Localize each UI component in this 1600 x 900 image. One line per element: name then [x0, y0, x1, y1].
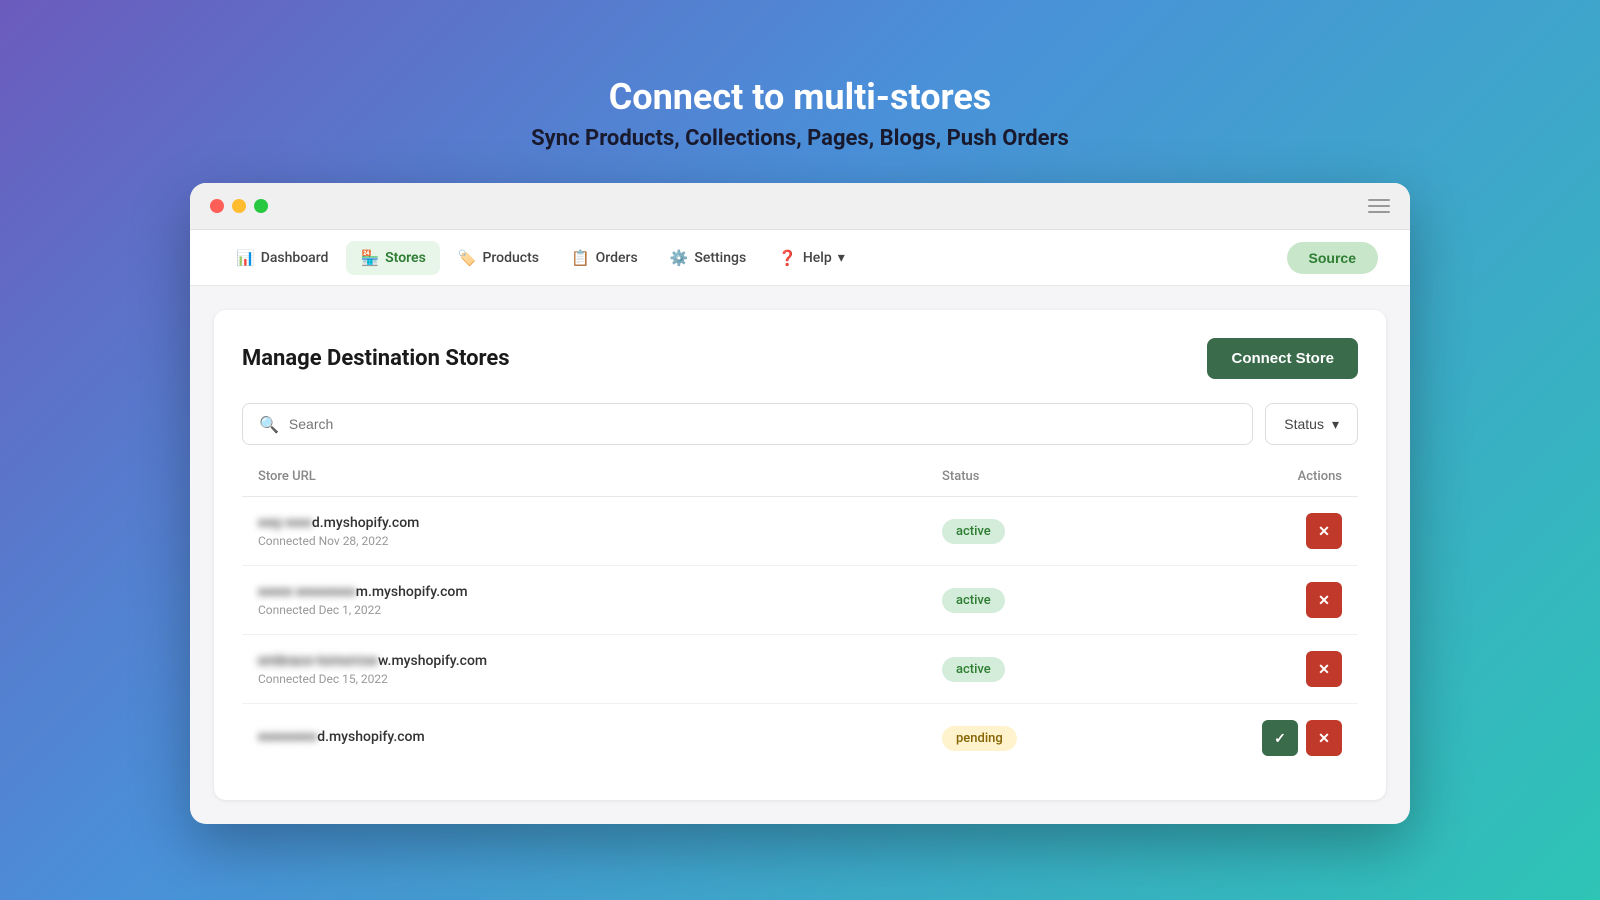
table-row: embrace-tomorroww.myshopify.com Connecte… — [242, 635, 1358, 704]
chevron-down-icon: ▾ — [838, 250, 845, 266]
actions-cell: ✕ — [1142, 651, 1342, 687]
search-input[interactable] — [289, 404, 1236, 444]
nav-products-label: Products — [482, 250, 539, 266]
status-filter-label: Status — [1284, 416, 1324, 432]
table-header: Store URL Status Actions — [242, 469, 1358, 497]
search-wrapper: 🔍 — [242, 403, 1253, 445]
store-connected-date: Connected Nov 28, 2022 — [258, 534, 942, 548]
nav-item-orders[interactable]: 📋 Orders — [557, 241, 652, 275]
hamburger-menu-icon[interactable] — [1368, 199, 1390, 213]
hero-subtitle: Sync Products, Collections, Pages, Blogs… — [531, 126, 1069, 151]
status-badge: active — [942, 588, 1005, 613]
reject-button[interactable]: ✕ — [1306, 720, 1342, 756]
store-url-cell: embrace-tomorroww.myshopify.com Connecte… — [258, 653, 942, 686]
table-row: ●●●●-●●●●●●●m.myshopify.com Connected De… — [242, 566, 1358, 635]
store-url-suffix: d.myshopify.com — [317, 729, 424, 745]
store-connected-date: Connected Dec 15, 2022 — [258, 672, 942, 686]
help-icon: ❓ — [778, 249, 797, 267]
store-url: ●●●●-●●●●●●●m.myshopify.com — [258, 583, 942, 600]
status-cell: active — [942, 519, 1142, 544]
page-header: Manage Destination Stores Connect Store — [242, 338, 1358, 379]
actions-cell: ✕ — [1142, 513, 1342, 549]
store-url: ●●y-●●●d.myshopify.com — [258, 514, 942, 531]
nav-item-dashboard[interactable]: 📊 Dashboard — [222, 241, 342, 275]
nav-bar: 📊 Dashboard 🏪 Stores 🏷️ Products 📋 Order… — [190, 230, 1410, 286]
actions-cell: ✓ ✕ — [1142, 720, 1342, 756]
search-icon: 🔍 — [259, 415, 279, 434]
actions-cell: ✕ — [1142, 582, 1342, 618]
nav-settings-label: Settings — [694, 250, 746, 266]
table-row: ●●●●●●●d.myshopify.com pending ✓ ✕ — [242, 704, 1358, 772]
store-url-suffix: d.myshopify.com — [312, 515, 419, 531]
close-button[interactable] — [210, 199, 224, 213]
chevron-down-icon: ▾ — [1332, 416, 1339, 433]
store-url-cell: ●●●●-●●●●●●●m.myshopify.com Connected De… — [258, 583, 942, 617]
status-filter-button[interactable]: Status ▾ — [1265, 403, 1358, 445]
main-content: Manage Destination Stores Connect Store … — [214, 310, 1386, 800]
store-url-blurred: ●●●●●●● — [258, 729, 317, 745]
status-badge: active — [942, 519, 1005, 544]
table-container: Store URL Status Actions ●●y-●●●d.myshop… — [242, 469, 1358, 772]
status-cell: active — [942, 588, 1142, 613]
nav-stores-label: Stores — [385, 250, 426, 266]
nav-orders-label: Orders — [596, 250, 638, 266]
store-connected-date: Connected Dec 1, 2022 — [258, 603, 942, 617]
store-url-blurred: ●●y-●●● — [258, 515, 312, 531]
maximize-button[interactable] — [254, 199, 268, 213]
title-bar — [190, 183, 1410, 230]
status-badge: pending — [942, 726, 1017, 751]
orders-icon: 📋 — [571, 249, 590, 267]
nav-item-settings[interactable]: ⚙️ Settings — [656, 241, 761, 275]
store-url-suffix: w.myshopify.com — [378, 653, 487, 669]
nav-item-stores[interactable]: 🏪 Stores — [346, 241, 439, 275]
status-cell: active — [942, 657, 1142, 682]
hero-title: Connect to multi-stores — [609, 76, 992, 118]
approve-button[interactable]: ✓ — [1262, 720, 1298, 756]
traffic-lights — [210, 199, 268, 213]
dashboard-icon: 📊 — [236, 249, 255, 267]
source-button[interactable]: Source — [1287, 242, 1378, 274]
hamburger-line — [1368, 211, 1390, 213]
store-url-blurred: embrace-tomorrow — [258, 653, 378, 669]
column-header-status: Status — [942, 469, 1142, 484]
store-url: ●●●●●●●d.myshopify.com — [258, 728, 942, 745]
hamburger-line — [1368, 205, 1390, 207]
store-url-cell: ●●●●●●●d.myshopify.com — [258, 728, 942, 748]
stores-icon: 🏪 — [360, 249, 379, 267]
minimize-button[interactable] — [232, 199, 246, 213]
hamburger-line — [1368, 199, 1390, 201]
nav-help-label: Help — [803, 250, 832, 266]
column-header-store-url: Store URL — [258, 469, 942, 484]
column-header-actions: Actions — [1142, 469, 1342, 484]
page-title: Manage Destination Stores — [242, 346, 510, 371]
table-row: ●●y-●●●d.myshopify.com Connected Nov 28,… — [242, 497, 1358, 566]
nav-items: 📊 Dashboard 🏪 Stores 🏷️ Products 📋 Order… — [222, 241, 1287, 275]
search-filter-row: 🔍 Status ▾ — [242, 403, 1358, 445]
store-url-cell: ●●y-●●●d.myshopify.com Connected Nov 28,… — [258, 514, 942, 548]
status-cell: pending — [942, 726, 1142, 751]
reject-button[interactable]: ✕ — [1306, 582, 1342, 618]
reject-button[interactable]: ✕ — [1306, 651, 1342, 687]
store-url-blurred: ●●●●-●●●●●●● — [258, 584, 356, 600]
products-icon: 🏷️ — [458, 249, 477, 267]
connect-store-button[interactable]: Connect Store — [1207, 338, 1358, 379]
store-url: embrace-tomorroww.myshopify.com — [258, 653, 942, 669]
nav-dashboard-label: Dashboard — [261, 250, 329, 266]
store-url-suffix: m.myshopify.com — [356, 584, 468, 600]
status-badge: active — [942, 657, 1005, 682]
nav-item-products[interactable]: 🏷️ Products — [444, 241, 553, 275]
app-window: 📊 Dashboard 🏪 Stores 🏷️ Products 📋 Order… — [190, 183, 1410, 824]
nav-item-help[interactable]: ❓ Help ▾ — [764, 241, 859, 275]
reject-button[interactable]: ✕ — [1306, 513, 1342, 549]
settings-icon: ⚙️ — [670, 249, 689, 267]
